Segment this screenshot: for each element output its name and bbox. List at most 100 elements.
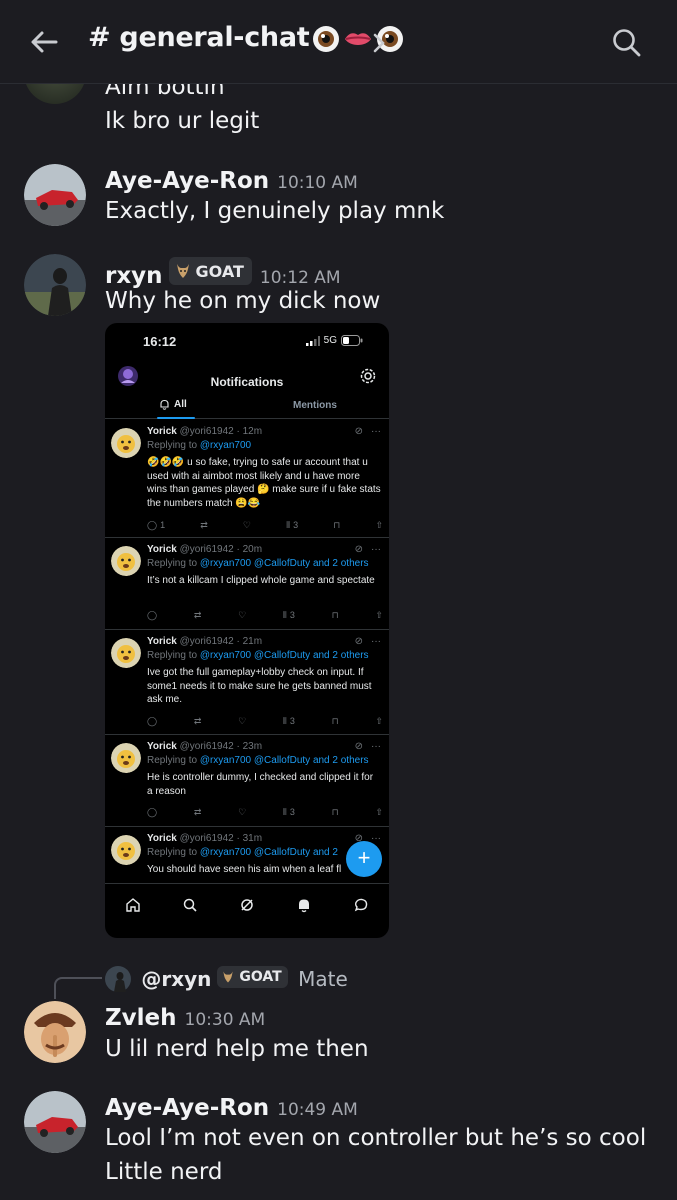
retweet-button[interactable]: ⇄ — [194, 807, 202, 818]
tweet-options[interactable]: ⊘ ··· — [355, 544, 381, 555]
grok-icon[interactable] — [239, 897, 255, 913]
share-button[interactable]: ⇧ — [375, 716, 383, 727]
views-button[interactable]: ⦀ 3 — [283, 716, 295, 727]
tweet-item[interactable]: Yorick @yori61942 · 21m ⊘ ··· Replying to… — [105, 630, 389, 735]
grok-icon: ⊘ — [354, 544, 363, 555]
retweet-icon: ⇄ — [200, 519, 208, 530]
back-arrow-icon[interactable] — [26, 24, 62, 60]
like-button[interactable]: ♡ — [238, 716, 246, 727]
avatar[interactable] — [24, 1091, 86, 1153]
replying-handles[interactable]: @rxyan700 @CallofDuty and 2 others — [200, 755, 369, 766]
replying-to: Replying to @rxyan700 — [147, 440, 251, 451]
tweet-text: 🤣🤣🤣 u so fake, trying to safe ur account… — [147, 457, 381, 509]
message-text: Why he on my dick now — [105, 288, 381, 314]
avatar[interactable] — [24, 164, 86, 226]
tab-all[interactable]: All — [159, 399, 187, 410]
username[interactable]: Aye-Aye-Ron — [105, 168, 269, 194]
views-icon: ⦀ — [282, 715, 287, 726]
bookmark-button[interactable]: ⊓ — [332, 716, 339, 727]
avatar[interactable] — [111, 546, 141, 576]
reply-button[interactable]: ◯ 1 — [147, 520, 165, 531]
reply-button[interactable]: ◯ — [147, 610, 157, 621]
settings-gear-icon[interactable] — [359, 367, 377, 385]
replying-prefix: Replying to — [147, 847, 200, 858]
author-name: Yorick — [147, 741, 177, 752]
network-label: 5G — [323, 335, 337, 346]
avatar[interactable] — [111, 428, 141, 458]
message-header: Zvleh 10:30 AM — [105, 1005, 265, 1031]
battery-icon — [341, 335, 363, 346]
eye-emoji-icon — [313, 25, 340, 52]
more-icon: ··· — [371, 741, 381, 752]
message-header: Aye-Aye-Ron 10:10 AM — [105, 168, 358, 194]
views-button[interactable]: ⦀ 3 — [283, 610, 295, 621]
search-icon[interactable] — [182, 897, 198, 913]
tweet-item[interactable]: Yorick @yori61942 · 12m ⊘ ··· Replying to… — [105, 420, 389, 538]
chevron-right-icon[interactable] — [372, 32, 386, 54]
image-attachment[interactable]: 16:12 5G Notifications All Mentions Yori… — [105, 323, 389, 938]
views-button[interactable]: ⦀ 3 — [286, 520, 298, 531]
avatar[interactable] — [111, 835, 141, 865]
views-button[interactable]: ⦀ 3 — [283, 807, 295, 818]
message-text: Ik bro ur legit — [105, 108, 260, 134]
reply-reference[interactable]: @rxyn GOAT Mate — [105, 966, 348, 992]
retweet-button[interactable]: ⇄ — [200, 520, 208, 531]
reply-icon: ◯ — [147, 609, 158, 620]
author-name: Yorick — [147, 426, 177, 437]
tweet-options[interactable]: ⊘ ··· — [355, 426, 381, 437]
bookmark-button[interactable]: ⊓ — [332, 807, 339, 818]
bookmark-button[interactable]: ⊓ — [333, 520, 340, 531]
share-button[interactable]: ⇧ — [375, 520, 383, 531]
tweet-options[interactable]: ⊘ ··· — [355, 636, 381, 647]
bookmark-icon: ⊓ — [333, 519, 341, 530]
like-button[interactable]: ♡ — [243, 520, 251, 531]
share-button[interactable]: ⇧ — [375, 807, 383, 818]
tweet-item[interactable]: Yorick @yori61942 · 23m ⊘ ··· Replying to… — [105, 735, 389, 827]
grok-icon: ⊘ — [354, 741, 363, 752]
replying-handles[interactable]: @rxyan700 @CallofDuty and 2 others — [200, 650, 369, 661]
timestamp: 10:10 AM — [277, 173, 358, 193]
messages-icon[interactable] — [353, 897, 369, 913]
home-icon[interactable] — [125, 897, 141, 913]
compose-button[interactable]: + — [346, 841, 382, 877]
share-icon: ⇧ — [375, 715, 383, 726]
share-icon: ⇧ — [375, 519, 383, 530]
tweet-item[interactable]: Yorick @yori61942 · 20m ⊘ ··· Replying to… — [105, 538, 389, 630]
author-handle: @yori61942 · 23m — [179, 741, 263, 752]
tweet-author: Yorick @yori61942 · 20m — [147, 544, 262, 555]
avatar[interactable] — [24, 1001, 86, 1063]
avatar[interactable] — [111, 743, 141, 773]
replying-prefix: Replying to — [147, 650, 200, 661]
bookmark-button[interactable]: ⊓ — [332, 610, 339, 621]
replying-handles[interactable]: @rxyan700 @CallofDuty and 2 others — [200, 558, 369, 569]
bell-icon[interactable] — [296, 897, 312, 913]
reply-button[interactable]: ◯ — [147, 807, 157, 818]
tweet-author: Yorick @yori61942 · 12m — [147, 426, 262, 437]
search-icon[interactable] — [610, 26, 644, 60]
like-button[interactable]: ♡ — [238, 807, 246, 818]
more-icon: ··· — [371, 636, 381, 647]
username[interactable]: Zvleh — [105, 1005, 177, 1031]
username[interactable]: rxyn — [105, 263, 163, 289]
author-name: Yorick — [147, 636, 177, 647]
like-button[interactable]: ♡ — [238, 610, 246, 621]
author-name: Yorick — [147, 544, 177, 555]
avatar[interactable] — [24, 254, 86, 316]
role-badge[interactable]: GOAT — [168, 257, 252, 285]
message-header: rxyn GOAT 10:12 AM — [105, 257, 341, 289]
replying-handles[interactable]: @rxyan700 — [200, 440, 251, 451]
tweet-text: It’s not a killcam I clipped whole game … — [147, 575, 375, 586]
channel-title[interactable]: # general-chat — [88, 22, 405, 54]
share-button[interactable]: ⇧ — [375, 610, 383, 621]
grok-icon: ⊘ — [354, 426, 363, 437]
username[interactable]: Aye-Aye-Ron — [105, 1095, 269, 1121]
reply-button[interactable]: ◯ — [147, 716, 157, 727]
retweet-button[interactable]: ⇄ — [194, 716, 202, 727]
replying-handles[interactable]: @rxyan700 @CallofDuty and 2 — [200, 847, 338, 858]
tweet-options[interactable]: ⊘ ··· — [355, 741, 381, 752]
message-text: Little nerd — [105, 1159, 223, 1185]
avatar[interactable] — [111, 638, 141, 668]
tab-mentions[interactable]: Mentions — [293, 400, 337, 411]
badge-label: GOAT — [195, 261, 244, 281]
retweet-button[interactable]: ⇄ — [194, 610, 202, 621]
